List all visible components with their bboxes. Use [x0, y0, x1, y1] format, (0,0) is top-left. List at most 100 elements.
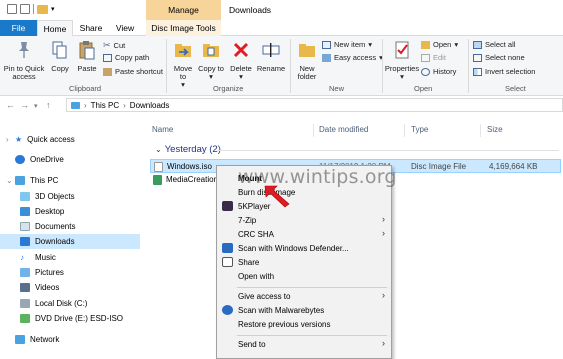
pin-quick-access-button[interactable]: Pin to Quick access — [2, 40, 46, 81]
nav-label: Desktop — [35, 207, 65, 216]
nav-pictures[interactable]: Pictures — [0, 265, 140, 280]
column-separator[interactable] — [404, 124, 405, 137]
forward-arrow-icon[interactable]: → — [20, 100, 29, 110]
manage-context-tab[interactable]: Manage — [146, 0, 221, 21]
chevron-down-icon[interactable]: ▾ — [51, 5, 55, 13]
disc-image-icon — [154, 162, 163, 172]
cut-label: Cut — [113, 41, 126, 50]
column-separator[interactable] — [480, 124, 481, 137]
invert-selection-button[interactable]: Invert selection — [473, 67, 535, 76]
move-to-button[interactable]: Move to ▾ — [170, 40, 196, 89]
select-none-label: Select none — [485, 53, 525, 62]
up-arrow-icon[interactable]: ↑ — [46, 100, 51, 110]
recent-locations-chevron-icon[interactable]: ▾ — [34, 102, 38, 110]
chevron-down-icon: ▾ — [368, 40, 373, 49]
nav-this-pc[interactable]: ⌄ This PC — [0, 173, 140, 188]
select-all-button[interactable]: Select all — [473, 40, 515, 49]
group-separator — [468, 39, 469, 93]
file-size: 4,169,664 KB — [489, 162, 538, 171]
chevron-right-icon: › — [123, 100, 126, 110]
nav-network[interactable]: Network — [0, 332, 140, 347]
organize-group-label: Organize — [213, 84, 244, 93]
menu-item-scan-defender[interactable]: Scan with Windows Defender... — [217, 241, 391, 255]
open-icon — [421, 40, 430, 49]
nav-desktop[interactable]: Desktop — [0, 204, 140, 219]
nav-videos[interactable]: Videos — [0, 280, 140, 295]
nav-label: Music — [35, 253, 56, 262]
rename-icon — [262, 43, 280, 57]
documents-icon — [20, 222, 30, 231]
nav-downloads[interactable]: Downloads — [0, 234, 140, 249]
chevron-right-icon: › — [382, 290, 385, 300]
share-icon — [222, 257, 233, 267]
column-name[interactable]: Name — [152, 125, 173, 134]
cut-button[interactable]: ✂ Cut — [103, 40, 125, 51]
nav-quick-access[interactable]: › ★ Quick access — [0, 132, 140, 147]
history-button[interactable]: History — [421, 67, 456, 76]
tab-file[interactable]: File — [0, 20, 37, 36]
tab-disc-image-tools[interactable]: Disc Image Tools — [146, 20, 221, 36]
nav-onedrive[interactable]: OneDrive — [0, 152, 140, 167]
menu-item-open-with[interactable]: Open with — [217, 269, 391, 283]
new-folder-button[interactable]: New folder — [294, 40, 320, 81]
menu-item-crc-sha[interactable]: CRC SHA › — [217, 227, 391, 241]
menu-label: Send to — [238, 339, 266, 349]
window-title: Downloads — [229, 5, 272, 15]
rename-button[interactable]: Rename — [256, 40, 286, 73]
folder-icon[interactable] — [37, 4, 48, 14]
new-folder-icon — [299, 44, 315, 57]
menu-item-5kplayer[interactable]: 5KPlayer — [217, 199, 391, 213]
copy-button[interactable]: Copy — [48, 40, 72, 73]
column-size[interactable]: Size — [487, 125, 503, 134]
chevron-right-icon: › — [382, 228, 385, 238]
invert-selection-icon — [473, 67, 482, 76]
watermark: www.wintips.org — [238, 166, 397, 188]
tab-share[interactable]: Share — [74, 20, 108, 36]
paste-shortcut-button[interactable]: Paste shortcut — [103, 67, 163, 76]
menu-item-send-to[interactable]: Send to › — [217, 337, 391, 351]
new-item-button[interactable]: New item ▾ — [322, 40, 372, 49]
select-none-button[interactable]: Select none — [473, 53, 525, 62]
malwarebytes-icon — [222, 305, 233, 315]
quick-access-toolbar: ▾ — [7, 4, 55, 14]
delete-button[interactable]: Delete ▾ — [228, 40, 254, 81]
copy-to-button[interactable]: Copy to ▾ — [198, 40, 224, 81]
properties-button[interactable]: Properties ▾ — [384, 40, 420, 81]
nav-documents[interactable]: Documents — [0, 219, 140, 234]
nav-music[interactable]: ♪ Music — [0, 250, 140, 265]
pin-icon — [19, 42, 29, 58]
star-icon: ★ — [15, 135, 23, 144]
paste-button[interactable]: Paste — [74, 40, 100, 73]
copy-path-button[interactable]: Copy path — [103, 53, 149, 62]
red-pointer-arrow-icon — [264, 185, 290, 208]
back-arrow-icon[interactable]: ← — [6, 100, 15, 110]
column-type[interactable]: Type — [411, 125, 428, 134]
properties-icon[interactable] — [20, 4, 30, 14]
menu-item-scan-malwarebytes[interactable]: Scan with Malwarebytes — [217, 303, 391, 317]
edit-button[interactable]: Edit — [421, 53, 446, 62]
group-header[interactable]: ⌄ Yesterday (2) — [155, 144, 221, 155]
delete-icon — [233, 42, 249, 58]
easy-access-button[interactable]: Easy access ▾ — [322, 53, 383, 62]
address-bar[interactable]: › This PC › Downloads — [66, 98, 563, 112]
breadcrumb-this-pc[interactable]: This PC — [91, 101, 119, 110]
group-label: Yesterday (2) — [164, 144, 221, 155]
open-button[interactable]: Open ▾ — [421, 40, 458, 49]
nav-3d-objects[interactable]: 3D Objects — [0, 189, 140, 204]
chevron-right-icon: › — [84, 100, 87, 110]
nav-dvd-drive[interactable]: DVD Drive (E:) ESD-ISO — [0, 311, 140, 326]
nav-local-disk[interactable]: Local Disk (C:) — [0, 296, 140, 311]
nav-label: 3D Objects — [35, 192, 75, 201]
save-icon[interactable] — [7, 4, 17, 14]
menu-item-7zip[interactable]: 7-Zip › — [217, 213, 391, 227]
videos-icon — [20, 283, 30, 292]
tab-home[interactable]: Home — [37, 20, 73, 36]
breadcrumb-downloads[interactable]: Downloads — [130, 101, 170, 110]
column-date-modified[interactable]: Date modified — [319, 125, 368, 134]
menu-item-share[interactable]: Share — [217, 255, 391, 269]
menu-item-restore-versions[interactable]: Restore previous versions — [217, 317, 391, 331]
tab-view[interactable]: View — [108, 20, 142, 36]
group-divider — [217, 150, 559, 151]
column-separator[interactable] — [313, 124, 314, 137]
menu-item-give-access[interactable]: Give access to › — [217, 289, 391, 303]
